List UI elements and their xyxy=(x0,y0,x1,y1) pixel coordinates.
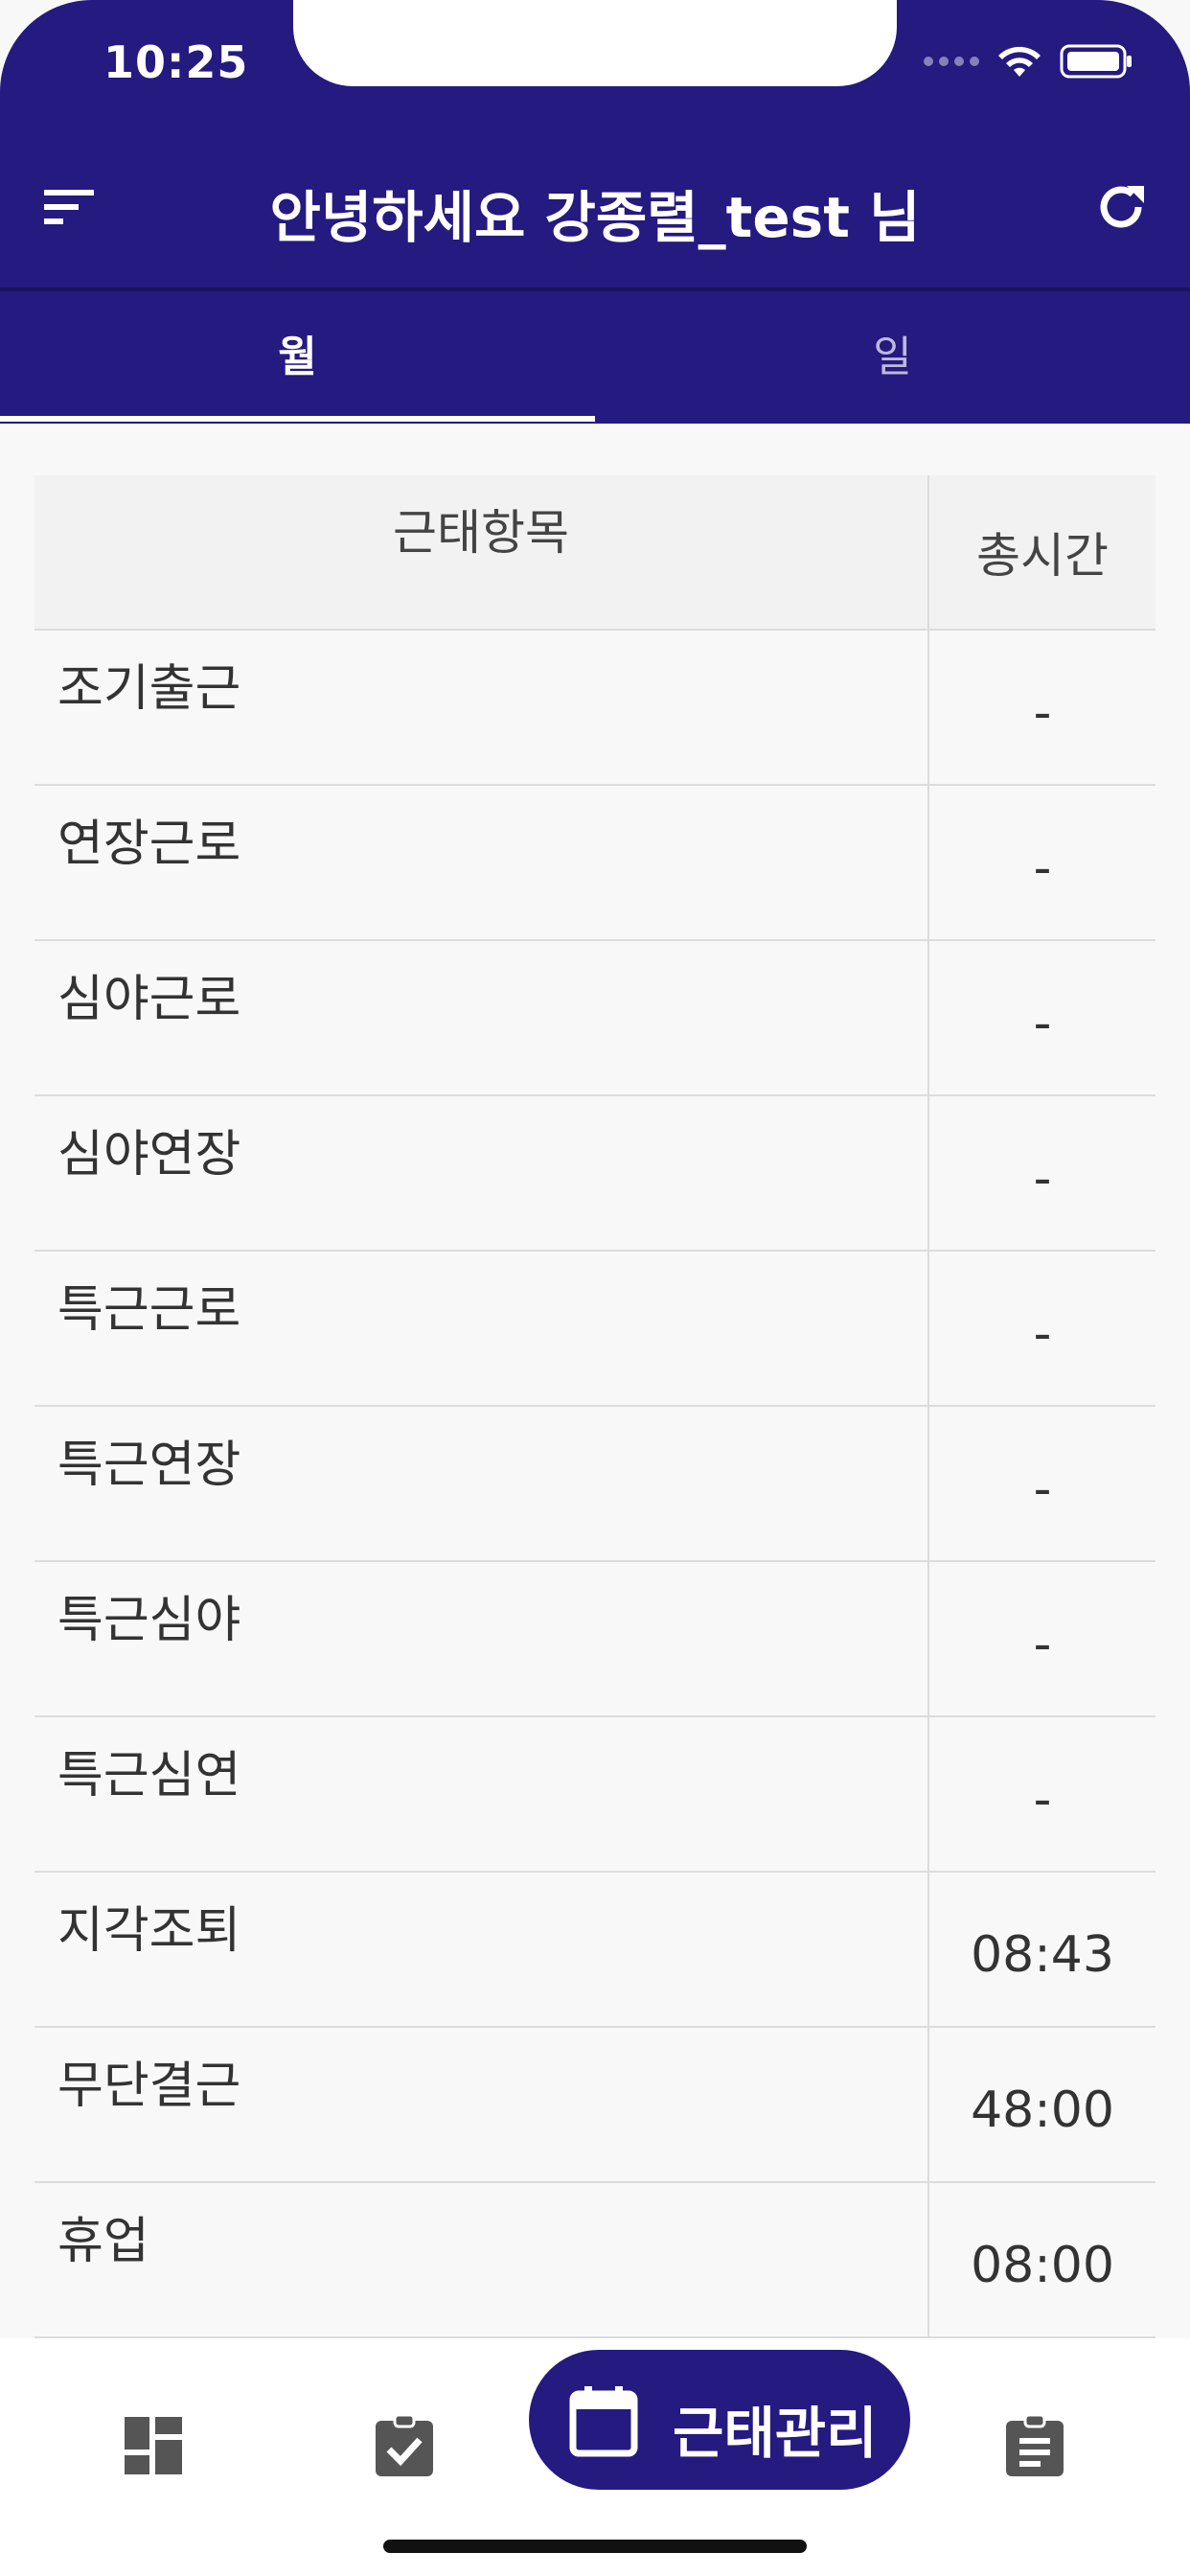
clipboard-list-icon xyxy=(1006,2413,1064,2476)
status-icons xyxy=(924,42,1133,80)
table-row[interactable]: 지각조퇴 08:43 xyxy=(34,1873,1156,2028)
nav-approval-button[interactable] xyxy=(347,2388,462,2503)
battery-icon xyxy=(1060,44,1132,79)
column-header-item: 근태항목 xyxy=(393,505,569,561)
nav-report-button[interactable] xyxy=(977,2388,1092,2503)
row-item: 휴업 xyxy=(57,2213,149,2270)
page-title: 안녕하세요 강종렬_test 님 xyxy=(269,185,921,250)
tab-day[interactable]: 일 xyxy=(595,322,1190,383)
table-row[interactable]: 무단결근 48:00 xyxy=(34,2028,1156,2183)
device-notch xyxy=(293,0,897,86)
row-item: 연장근로 xyxy=(57,816,241,873)
tab-month[interactable]: 월 xyxy=(0,322,595,383)
row-item: 특근연장 xyxy=(57,1437,241,1494)
table-row[interactable]: 연장근로 - xyxy=(34,786,1156,941)
table-row[interactable]: 심야근로 - xyxy=(34,941,1156,1096)
table-row[interactable]: 특근심연 - xyxy=(34,1717,1156,1873)
title-bar: 안녕하세요 강종렬_test 님 xyxy=(0,163,1190,250)
calendar-icon xyxy=(569,2386,638,2457)
row-item: 특근심연 xyxy=(57,1747,241,1805)
row-item: 특근근로 xyxy=(57,1281,241,1339)
attendance-table: 근태항목 총시간 조기출근 - 연장근로 - 심야근로 - 심야연장 - 특근근로 - 특… xyxy=(34,475,1156,2338)
table-header: 근태항목 총시간 xyxy=(34,475,1156,631)
table-row[interactable]: 특근연장 - xyxy=(34,1407,1156,1562)
tab-indicator xyxy=(0,416,595,422)
home-indicator xyxy=(383,2540,807,2553)
row-total: - xyxy=(1033,995,1052,1052)
table-row[interactable]: 특근근로 - xyxy=(34,1252,1156,1407)
row-total: - xyxy=(1033,1616,1052,1673)
nav-attendance-button[interactable]: 근태관리 xyxy=(529,2350,910,2490)
row-total: 08:00 xyxy=(971,2237,1114,2294)
refresh-icon xyxy=(1100,186,1144,228)
period-tabs: 월 일 xyxy=(0,288,1190,424)
row-item: 심야근로 xyxy=(57,971,241,1028)
refresh-button[interactable] xyxy=(1092,178,1150,236)
row-total: 08:43 xyxy=(971,1926,1114,1984)
row-item: 지각조퇴 xyxy=(57,1902,241,1960)
table-row[interactable]: 휴업 08:00 xyxy=(34,2183,1156,2338)
signal-icon xyxy=(924,57,979,66)
table-row[interactable]: 조기출근 - xyxy=(34,631,1156,786)
row-total: - xyxy=(1033,1460,1052,1518)
tab-divider xyxy=(0,288,1190,291)
nav-dashboard-button[interactable] xyxy=(96,2388,211,2503)
status-time: 10:25 xyxy=(103,36,249,88)
row-item: 무단결근 xyxy=(57,2058,241,2115)
row-item: 조기출근 xyxy=(57,660,241,718)
table-row[interactable]: 특근심야 - xyxy=(34,1562,1156,1717)
dashboard-icon xyxy=(125,2417,182,2474)
row-total: - xyxy=(1033,1771,1052,1828)
clipboard-check-icon xyxy=(376,2413,433,2476)
row-total: - xyxy=(1033,684,1052,742)
row-total: 48:00 xyxy=(971,2082,1114,2139)
row-total: - xyxy=(1033,840,1052,897)
wifi-icon xyxy=(998,46,1041,77)
nav-attendance-label: 근태관리 xyxy=(673,2401,878,2466)
column-header-total: 총시간 xyxy=(976,528,1109,584)
row-item: 특근심야 xyxy=(57,1592,241,1649)
row-total: - xyxy=(1033,1305,1052,1363)
table-row[interactable]: 심야연장 - xyxy=(34,1096,1156,1252)
row-item: 심야연장 xyxy=(57,1126,241,1184)
row-total: - xyxy=(1033,1150,1052,1208)
